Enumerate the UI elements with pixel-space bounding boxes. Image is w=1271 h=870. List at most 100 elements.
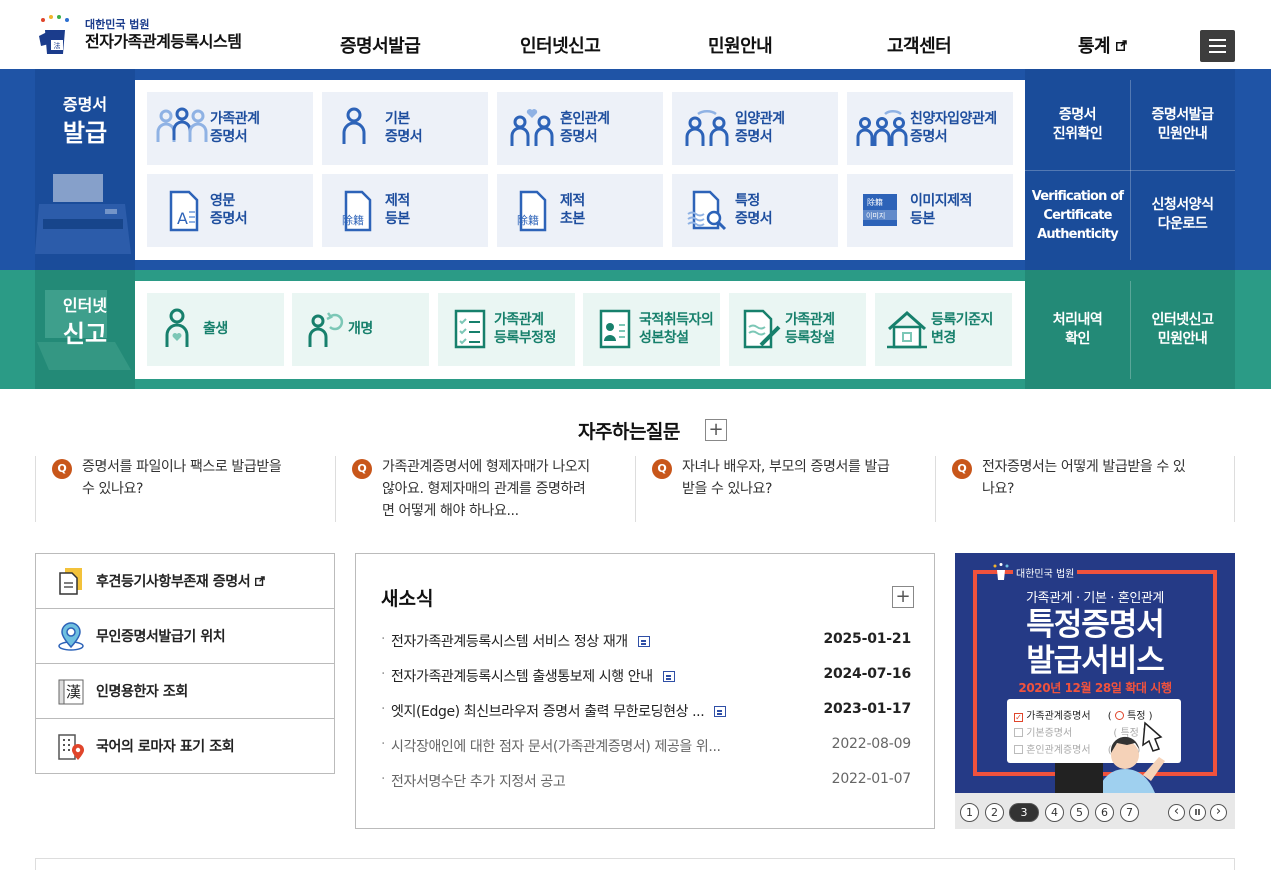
removed-register-document-icon: 除籍 <box>342 190 372 232</box>
checklist-icon <box>454 309 486 349</box>
tile-removed-register-abstract[interactable]: 除籍 제적 초본 <box>497 174 663 247</box>
tile-family-relation-certificate[interactable]: 가족관계 증명서 <box>147 92 313 165</box>
nav-civil-guide[interactable]: 민원안내 <box>708 32 773 58</box>
tile-label-line2: 변경 <box>931 330 956 346</box>
faq-line2: 수 있나요? <box>82 481 144 497</box>
news-item[interactable]: · 엣지(Edge) 최신브라우저 증명서 출력 무한로딩현상 ... 2023… <box>381 701 911 723</box>
link-certificate-guide[interactable]: 증명서발급 민원안내 <box>1130 80 1235 170</box>
birth-icon <box>165 308 189 347</box>
hamburger-icon-bar <box>1209 51 1226 53</box>
link-internet-report-guide[interactable]: 인터넷신고 민원안내 <box>1130 281 1235 379</box>
banner-pagination: 1 2 3 4 5 6 7 ‹ II › <box>955 793 1235 829</box>
tile-full-adoption-certificate[interactable]: 친양자입양관계 증명서 <box>847 92 1013 165</box>
tile-label-line2: 증명서 <box>735 129 773 145</box>
link-certificate-verification[interactable]: 증명서 진위확인 <box>1025 80 1130 170</box>
tile-register-correction[interactable]: 가족관계 등록부정정 <box>438 293 575 366</box>
banner-prev-button[interactable]: ‹ <box>1168 804 1185 821</box>
faq-item[interactable]: Q 가족관계증명서에 형제자매가 나오지 않아요. 형제자매의 관계를 증명하려 면… <box>335 456 635 522</box>
news-item-title-text: 엣지(Edge) 최신브라우저 증명서 출력 무한로딩현상 ... <box>391 704 705 720</box>
quick-menu-text: 후견등기사항부존재 증명서 <box>96 574 251 590</box>
news-item-title: 전자서명수단 추가 지정서 공고 <box>391 774 566 790</box>
logo-title: 전자가족관계등록시스템 <box>85 32 242 51</box>
promo-banner[interactable]: 대한민국 법원 가족관계 · 기본 · 혼인관계 특정증명서 발급서비스 202… <box>955 553 1235 829</box>
tile-basic-certificate[interactable]: 기본 증명서 <box>322 92 488 165</box>
news-title: 새소식 <box>381 588 434 610</box>
internet-label-small: 인터넷 <box>62 296 108 315</box>
news-item-title-text: 전자가족관계등록시스템 출생통보제 시행 안내 <box>391 669 653 685</box>
banner-page-button[interactable]: 6 <box>1095 803 1114 822</box>
link-line2: Certificate <box>1043 207 1112 223</box>
banner-page-button[interactable]: 4 <box>1045 803 1064 822</box>
english-a-letter: A <box>177 209 188 228</box>
news-item[interactable]: · 시각장애인에 대한 점자 문서(가족관계증명서) 제공을 위... 2022… <box>381 736 911 758</box>
footer-area <box>35 858 1235 870</box>
banner-page-button[interactable]: 7 <box>1120 803 1139 822</box>
banner-next-button[interactable]: › <box>1210 804 1227 821</box>
news-item-date: 2023-01-17 <box>823 701 911 717</box>
quick-menu-romanization[interactable]: 국어의 로마자 표기 조회 <box>36 719 334 774</box>
link-verification-english[interactable]: Verification of Certificate Authenticity <box>1025 170 1130 260</box>
quick-menu-name-hanja[interactable]: 漢 인명용한자 조회 <box>36 664 334 719</box>
faq-item[interactable]: Q 전자증명서는 어떻게 발급받을 수 있 나요? <box>935 456 1235 522</box>
faq-more-button[interactable]: + <box>705 419 727 441</box>
banner-page-button[interactable]: 5 <box>1070 803 1089 822</box>
tile-marriage-certificate[interactable]: 혼인관계 증명서 <box>497 92 663 165</box>
quick-menu-kiosk-location[interactable]: 무인증명서발급기 위치 <box>36 609 334 664</box>
link-form-download[interactable]: 신청서양식 다운로드 <box>1130 170 1235 260</box>
link-line1: 인터넷신고 <box>1151 312 1214 328</box>
faq-question-text: 전자증명서는 어떻게 발급받을 수 있 나요? <box>982 456 1227 500</box>
news-panel: 새소식 + · 전자가족관계등록시스템 서비스 정상 재개 2025-01-21… <box>355 553 935 829</box>
id-card-icon <box>599 309 631 349</box>
tile-naturalized-surname-creation[interactable]: 국적취득자의 성본창설 <box>583 293 720 366</box>
banner-page-button[interactable]: 2 <box>985 803 1004 822</box>
tile-removed-register-copy[interactable]: 除籍 제적 등본 <box>322 174 488 247</box>
site-logo[interactable]: 法 대한민국 법원 전자가족관계등록시스템 <box>35 14 242 56</box>
tile-name-change-report[interactable]: 개명 <box>292 293 429 366</box>
nav-statistics-label: 통계 <box>1078 36 1111 57</box>
tile-english-certificate[interactable]: A 영문 증명서 <box>147 174 313 247</box>
nav-internet-report[interactable]: 인터넷신고 <box>520 32 601 58</box>
banner-page-button[interactable]: 1 <box>960 803 979 822</box>
quick-menu-guardianship-certificate[interactable]: 후견등기사항부존재 증명서 <box>36 554 334 609</box>
faq-q-badge-icon: Q <box>652 459 672 479</box>
location-pin-icon <box>58 622 84 651</box>
bullet: · <box>381 736 386 752</box>
news-more-button[interactable]: + <box>892 586 914 608</box>
nav-customer-center[interactable]: 고객센터 <box>887 32 952 58</box>
building-location-icon <box>58 734 84 760</box>
family-adoption-icon <box>856 109 908 146</box>
news-item[interactable]: · 전자가족관계등록시스템 서비스 정상 재개 2025-01-21 <box>381 631 911 653</box>
tile-birth-report[interactable]: 출생 <box>147 293 284 366</box>
tile-label: 가족관계 등록부정정 <box>494 311 556 347</box>
news-item-date: 2022-01-07 <box>831 771 912 787</box>
banner-pause-button[interactable]: II <box>1189 804 1206 821</box>
nav-statistics[interactable]: 통계 <box>1078 32 1127 58</box>
tile-register-creation[interactable]: 가족관계 등록창설 <box>729 293 866 366</box>
nav-certificate[interactable]: 증명서발급 <box>340 32 421 58</box>
faq-item[interactable]: Q 증명서를 파일이나 팩스로 발급받을 수 있나요? <box>35 456 335 522</box>
banner-notice: 2020년 12월 28일 확대 시행 <box>1018 681 1172 695</box>
external-link-icon <box>254 576 265 586</box>
faq-title: 자주하는질문 <box>578 421 680 443</box>
tile-label: 친양자입양관계 증명서 <box>910 110 997 146</box>
tile-label: 영문 증명서 <box>210 192 248 228</box>
hamburger-menu-button[interactable] <box>1200 30 1235 62</box>
tile-label-line1: 혼인관계 <box>560 111 610 127</box>
tile-adoption-certificate[interactable]: 입양관계 증명서 <box>672 92 838 165</box>
bullet: · <box>381 631 386 647</box>
link-processing-history[interactable]: 처리내역 확인 <box>1025 281 1130 379</box>
tile-registration-base-change[interactable]: 등록기준지 변경 <box>875 293 1012 366</box>
link-line1: 신청서양식 <box>1151 197 1214 213</box>
news-item[interactable]: · 전자가족관계등록시스템 출생통보제 시행 안내 2024-07-16 <box>381 666 911 688</box>
link-line1: 증명서 <box>1058 107 1097 123</box>
tile-label: 가족관계 등록창설 <box>785 311 835 347</box>
quick-menu-label: 국어의 로마자 표기 조회 <box>96 739 235 755</box>
tile-label-line2: 증명서 <box>210 129 248 145</box>
tile-specific-certificate[interactable]: 특정 증명서 <box>672 174 838 247</box>
banner-page-button-active[interactable]: 3 <box>1009 803 1039 822</box>
tile-label: 기본 증명서 <box>385 110 423 146</box>
faq-item[interactable]: Q 자녀나 배우자, 부모의 증명서를 발급 받을 수 있나요? <box>635 456 935 522</box>
tile-image-removed-register[interactable]: 除籍 이미지 이미지제적 등본 <box>847 174 1013 247</box>
internet-report-section-label: 인터넷 신고 <box>35 270 135 389</box>
news-item[interactable]: · 전자서명수단 추가 지정서 공고 2022-01-07 <box>381 771 911 793</box>
